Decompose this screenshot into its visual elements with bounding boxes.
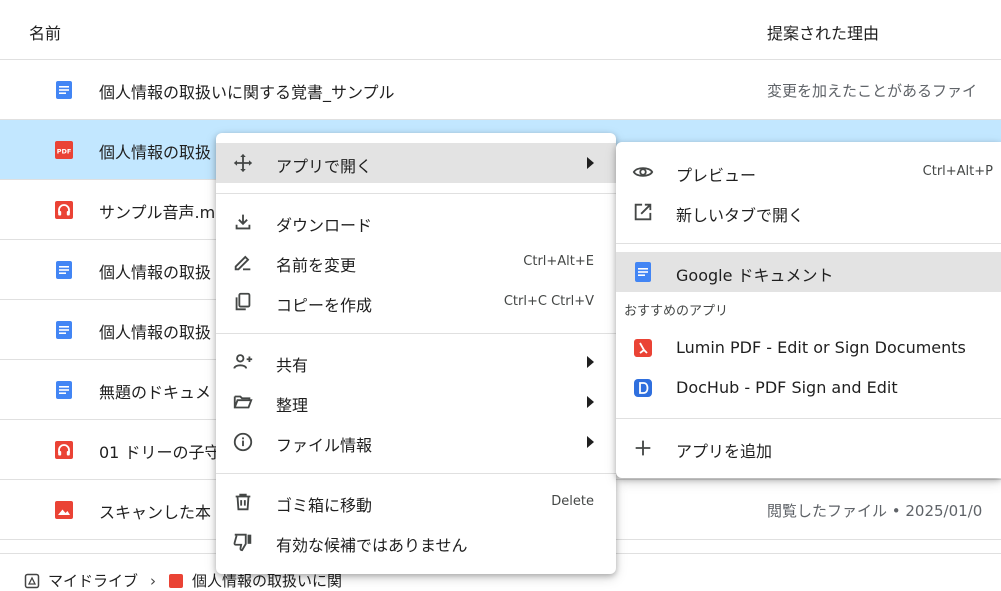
menu-item-file-info[interactable]: ファイル情報 [216, 422, 616, 462]
menu-divider [216, 333, 616, 334]
chevron-right-icon [587, 356, 594, 368]
menu-item-label: 有効な候補ではありません [276, 536, 468, 555]
trash-icon [235, 493, 251, 511]
menu-item-label: ファイル情報 [276, 436, 373, 455]
menu-item-label: 新しいタブで開く [676, 206, 805, 225]
info-icon [233, 432, 253, 452]
menu-item-open-with[interactable]: アプリで開く [216, 143, 616, 183]
file-list-header: 名前 提案された理由 [0, 0, 1001, 60]
folder-open-icon [233, 395, 253, 409]
menu-divider [616, 243, 1001, 244]
menu-divider [616, 418, 1001, 419]
menu-divider [216, 193, 616, 194]
file-name: 個人情報の取扱いに関する覚書_サンプル [99, 83, 395, 102]
pdf-icon: PDF [55, 141, 73, 159]
shortcut-label: Ctrl+Alt+P [922, 164, 993, 179]
file-name: 個人情報の取扱 [99, 323, 212, 342]
menu-item-dochub[interactable]: DocHub - PDF Sign and Edit [616, 368, 1001, 408]
file-reason: 変更を加えたことがあるファイ [767, 82, 978, 100]
file-name: スキャンした本 [99, 503, 212, 522]
chevron-right-icon [587, 157, 594, 169]
chevron-right-icon [587, 396, 594, 408]
menu-item-label: 名前を変更 [276, 256, 357, 275]
docs-icon [56, 81, 72, 99]
plus-icon [635, 440, 651, 456]
audio-icon [55, 441, 73, 459]
svg-text:PDF: PDF [57, 148, 72, 156]
menu-item-preview[interactable]: プレビュー Ctrl+Alt+P [616, 152, 1001, 192]
open-with-submenu: プレビュー Ctrl+Alt+P 新しいタブで開く Google ドキュメント … [616, 142, 1001, 478]
menu-item-not-helpful[interactable]: 有効な候補ではありません [216, 522, 616, 562]
audio-icon [55, 201, 73, 219]
section-label: おすすめのアプリ [624, 304, 729, 319]
thumb-down-icon [233, 533, 252, 552]
chevron-right-icon [587, 436, 594, 448]
copy-icon [235, 292, 251, 311]
menu-item-label: アプリを追加 [676, 442, 773, 461]
eye-icon [632, 167, 654, 177]
menu-item-label: コピーを作成 [276, 296, 373, 315]
move-arrows-icon [233, 153, 253, 173]
menu-item-label: Google ドキュメント [676, 266, 834, 285]
menu-item-add-app[interactable]: アプリを追加 [616, 428, 1001, 468]
menu-item-label: アプリで開く [276, 157, 373, 176]
menu-item-open-new-tab[interactable]: 新しいタブで開く [616, 192, 1001, 232]
pdf-icon [169, 573, 184, 588]
person-add-icon [233, 354, 253, 369]
drive-icon [24, 573, 40, 588]
context-menu: アプリで開く ダウンロード 名前を変更 Ctrl+Alt+E コピーを作成 Ct… [216, 133, 616, 574]
pencil-icon [234, 255, 251, 271]
file-name: サンプル音声.m [99, 203, 216, 222]
open-in-new-icon [634, 203, 652, 221]
table-row[interactable]: 個人情報の取扱いに関する覚書_サンプル 変更を加えたことがあるファイ [0, 60, 1001, 120]
docs-icon [56, 261, 72, 279]
file-name: 個人情報の取扱 [99, 143, 212, 162]
menu-divider [216, 473, 616, 474]
menu-item-label: DocHub - PDF Sign and Edit [676, 378, 898, 397]
lumin-pdf-icon [634, 339, 652, 357]
menu-item-organize[interactable]: 整理 [216, 382, 616, 422]
menu-item-label: ゴミ箱に移動 [276, 496, 373, 515]
menu-item-label: Lumin PDF - Edit or Sign Documents [676, 338, 966, 357]
column-header-name[interactable]: 名前 [29, 20, 61, 44]
menu-item-label: ダウンロード [276, 216, 373, 235]
menu-item-download[interactable]: ダウンロード [216, 202, 616, 242]
shortcut-label: Delete [551, 494, 594, 509]
docs-icon [56, 381, 72, 399]
menu-item-label: 共有 [276, 356, 309, 375]
column-header-reason: 提案された理由 [767, 24, 880, 43]
menu-item-copy[interactable]: コピーを作成 Ctrl+C Ctrl+V [216, 282, 616, 322]
file-name: 無題のドキュメ [99, 383, 212, 402]
menu-item-lumin[interactable]: Lumin PDF - Edit or Sign Documents [616, 328, 1001, 368]
menu-item-google-docs[interactable]: Google ドキュメント [616, 252, 1001, 292]
menu-item-rename[interactable]: 名前を変更 Ctrl+Alt+E [216, 242, 616, 282]
menu-item-label: 整理 [276, 396, 309, 415]
menu-item-share[interactable]: 共有 [216, 342, 616, 382]
menu-item-label: プレビュー [676, 166, 757, 185]
shortcut-label: Ctrl+Alt+E [523, 254, 594, 269]
docs-icon [635, 262, 651, 282]
download-icon [235, 214, 251, 230]
dochub-icon [634, 379, 652, 397]
image-icon [55, 501, 73, 519]
breadcrumb-root[interactable]: マイドライブ [48, 570, 138, 591]
menu-item-trash[interactable]: ゴミ箱に移動 Delete [216, 482, 616, 522]
file-name: 個人情報の取扱 [99, 263, 212, 282]
shortcut-label: Ctrl+C Ctrl+V [503, 294, 594, 309]
breadcrumb-separator: › [150, 571, 157, 590]
docs-icon [56, 321, 72, 339]
file-reason: 閲覧したファイル • 2025/01/0 [767, 502, 983, 520]
file-name: 01 ドリーの子守 [99, 443, 221, 462]
